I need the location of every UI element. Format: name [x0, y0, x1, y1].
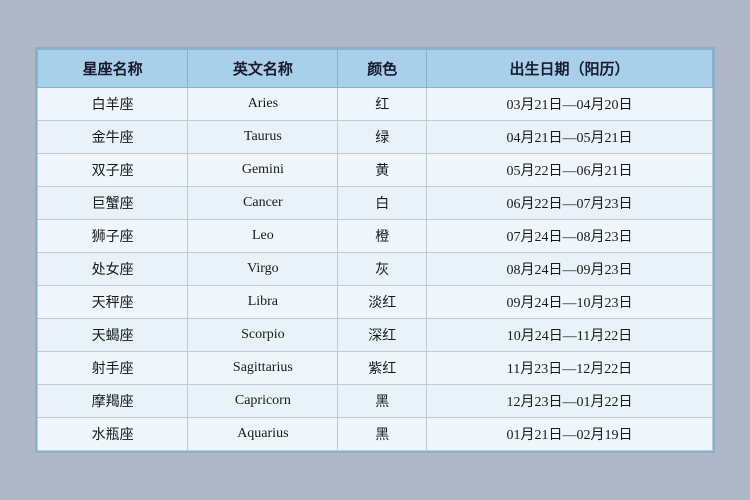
table-row: 水瓶座Aquarius黑01月21日—02月19日: [38, 418, 713, 451]
cell-dates: 06月22日—07月23日: [426, 187, 712, 220]
header-chinese-name: 星座名称: [38, 50, 188, 88]
cell-chinese: 双子座: [38, 154, 188, 187]
cell-dates: 08月24日—09月23日: [426, 253, 712, 286]
cell-chinese: 天秤座: [38, 286, 188, 319]
table-row: 巨蟹座Cancer白06月22日—07月23日: [38, 187, 713, 220]
cell-dates: 04月21日—05月21日: [426, 121, 712, 154]
cell-chinese: 巨蟹座: [38, 187, 188, 220]
cell-english: Aquarius: [188, 418, 338, 451]
cell-dates: 10月24日—11月22日: [426, 319, 712, 352]
cell-color: 黑: [338, 385, 427, 418]
zodiac-table-container: 星座名称 英文名称 颜色 出生日期（阳历） 白羊座Aries红03月21日—04…: [35, 47, 715, 453]
cell-chinese: 射手座: [38, 352, 188, 385]
cell-english: Aries: [188, 88, 338, 121]
table-body: 白羊座Aries红03月21日—04月20日金牛座Taurus绿04月21日—0…: [38, 88, 713, 451]
cell-chinese: 处女座: [38, 253, 188, 286]
cell-dates: 03月21日—04月20日: [426, 88, 712, 121]
cell-color: 白: [338, 187, 427, 220]
table-row: 金牛座Taurus绿04月21日—05月21日: [38, 121, 713, 154]
header-english-name: 英文名称: [188, 50, 338, 88]
table-row: 天秤座Libra淡红09月24日—10月23日: [38, 286, 713, 319]
cell-dates: 07月24日—08月23日: [426, 220, 712, 253]
cell-english: Capricorn: [188, 385, 338, 418]
cell-dates: 05月22日—06月21日: [426, 154, 712, 187]
cell-color: 灰: [338, 253, 427, 286]
table-row: 处女座Virgo灰08月24日—09月23日: [38, 253, 713, 286]
table-row: 双子座Gemini黄05月22日—06月21日: [38, 154, 713, 187]
cell-color: 红: [338, 88, 427, 121]
header-color: 颜色: [338, 50, 427, 88]
header-dates: 出生日期（阳历）: [426, 50, 712, 88]
cell-color: 深红: [338, 319, 427, 352]
table-row: 狮子座Leo橙07月24日—08月23日: [38, 220, 713, 253]
cell-color: 淡红: [338, 286, 427, 319]
table-row: 射手座Sagittarius紫红11月23日—12月22日: [38, 352, 713, 385]
cell-chinese: 狮子座: [38, 220, 188, 253]
cell-english: Gemini: [188, 154, 338, 187]
cell-english: Taurus: [188, 121, 338, 154]
table-row: 白羊座Aries红03月21日—04月20日: [38, 88, 713, 121]
cell-dates: 12月23日—01月22日: [426, 385, 712, 418]
table-row: 摩羯座Capricorn黑12月23日—01月22日: [38, 385, 713, 418]
cell-english: Sagittarius: [188, 352, 338, 385]
cell-dates: 09月24日—10月23日: [426, 286, 712, 319]
cell-color: 绿: [338, 121, 427, 154]
cell-color: 黑: [338, 418, 427, 451]
cell-chinese: 白羊座: [38, 88, 188, 121]
table-header-row: 星座名称 英文名称 颜色 出生日期（阳历）: [38, 50, 713, 88]
table-row: 天蝎座Scorpio深红10月24日—11月22日: [38, 319, 713, 352]
cell-dates: 11月23日—12月22日: [426, 352, 712, 385]
cell-english: Leo: [188, 220, 338, 253]
cell-english: Scorpio: [188, 319, 338, 352]
cell-english: Virgo: [188, 253, 338, 286]
zodiac-table: 星座名称 英文名称 颜色 出生日期（阳历） 白羊座Aries红03月21日—04…: [37, 49, 713, 451]
cell-color: 橙: [338, 220, 427, 253]
cell-english: Libra: [188, 286, 338, 319]
cell-color: 黄: [338, 154, 427, 187]
cell-english: Cancer: [188, 187, 338, 220]
cell-dates: 01月21日—02月19日: [426, 418, 712, 451]
cell-color: 紫红: [338, 352, 427, 385]
cell-chinese: 水瓶座: [38, 418, 188, 451]
cell-chinese: 天蝎座: [38, 319, 188, 352]
cell-chinese: 金牛座: [38, 121, 188, 154]
cell-chinese: 摩羯座: [38, 385, 188, 418]
